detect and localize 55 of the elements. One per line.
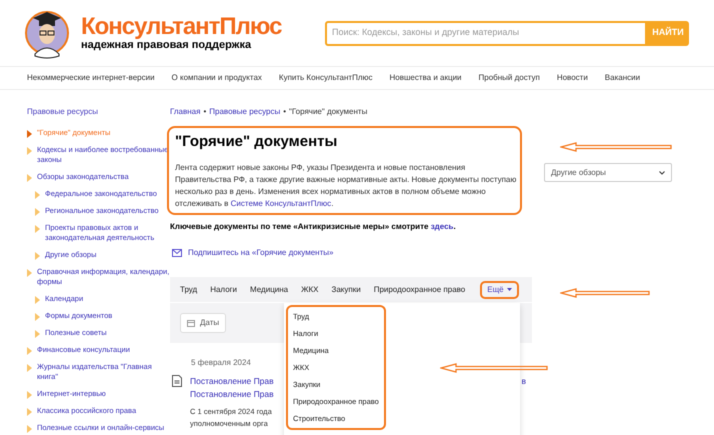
triangle-icon xyxy=(35,252,40,260)
triangle-icon xyxy=(35,208,40,216)
dates-button[interactable]: Даты xyxy=(180,313,226,333)
triangle-icon xyxy=(27,174,32,182)
triangle-icon xyxy=(27,347,32,355)
category-tab[interactable]: Природоохранное право xyxy=(374,284,466,296)
tagline: надежная правовая поддержка xyxy=(81,40,252,51)
chevron-down-icon xyxy=(659,170,665,174)
document-link[interactable]: Постановление Прав Постановление Прав xyxy=(190,375,274,401)
breadcrumb-link[interactable]: Правовые ресурсы xyxy=(209,106,280,118)
here-link[interactable]: здесь xyxy=(430,222,454,231)
triangle-icon xyxy=(27,425,32,433)
sidebar-title: Правовые ресурсы xyxy=(27,106,99,118)
document-date: 5 февраля 2024 xyxy=(191,357,251,369)
document-link[interactable]: в xyxy=(521,375,526,401)
nav-link[interactable]: Новшества и акции xyxy=(390,72,462,84)
breadcrumb-current: "Горячие" документы xyxy=(289,106,368,118)
search-field[interactable]: Поиск: Кодексы, законы и другие материалы xyxy=(325,20,647,46)
triangle-icon xyxy=(35,330,40,338)
nav-link[interactable]: Вакансии xyxy=(604,72,640,84)
category-tab[interactable]: Налоги xyxy=(210,284,238,296)
nav-link[interactable]: Купить КонсультантПлюс xyxy=(278,72,373,84)
mail-icon xyxy=(172,249,182,257)
calendar-icon xyxy=(187,319,195,327)
caret-icon xyxy=(506,288,512,291)
triangle-icon xyxy=(35,296,40,304)
more-button[interactable]: Ещё xyxy=(480,280,519,298)
subscribe-link[interactable]: Подпишитесь на «Горячие документы» xyxy=(188,247,334,259)
brand-name: КонсультантПлюс xyxy=(81,15,282,39)
triangle-icon xyxy=(35,191,40,199)
breadcrumb-separator: • xyxy=(283,106,286,118)
nav-link[interactable]: О компании и продуктах xyxy=(172,72,262,84)
category-tab[interactable]: Медицина xyxy=(250,284,288,296)
triangle-icon xyxy=(27,269,32,277)
key-documents-note: Ключевые документы по теме «Антикризисные меры» смотрите здесь. xyxy=(170,221,457,233)
breadcrumb-separator: • xyxy=(203,106,206,118)
category-tab[interactable]: Закупки xyxy=(332,284,361,296)
reviews-select[interactable]: Другие обзоры xyxy=(544,163,672,182)
breadcrumb-link[interactable]: Главная xyxy=(170,106,200,118)
intro-paragraph: Лента содержит новые законы РФ, указы Президента и новые постановления Правительства РФ, а также другие важные нормативные акты. Новые документы поступаю несколько раз в день. Изменения всех нормативных актов в полном объеме можно отслеживать в Системе КонсультантПлюс. xyxy=(175,162,516,210)
nav-link[interactable]: Новости xyxy=(556,72,588,84)
triangle-icon xyxy=(27,147,32,155)
nav-link[interactable]: Некоммерческие интернет-версии xyxy=(27,72,155,84)
triangle-icon xyxy=(27,130,32,138)
category-tab[interactable]: Труд xyxy=(180,284,198,296)
page-title: "Горячие" документы xyxy=(175,132,338,152)
nav-link[interactable]: Пробный доступ xyxy=(478,72,540,84)
triangle-icon xyxy=(27,364,32,372)
system-link[interactable]: Системе КонсультантПлюс xyxy=(230,199,332,208)
triangle-icon xyxy=(35,313,40,321)
triangle-icon xyxy=(35,225,40,233)
triangle-icon xyxy=(27,391,32,399)
triangle-icon xyxy=(27,408,32,416)
document-icon xyxy=(172,375,182,387)
category-tab[interactable]: ЖКХ xyxy=(301,284,319,296)
